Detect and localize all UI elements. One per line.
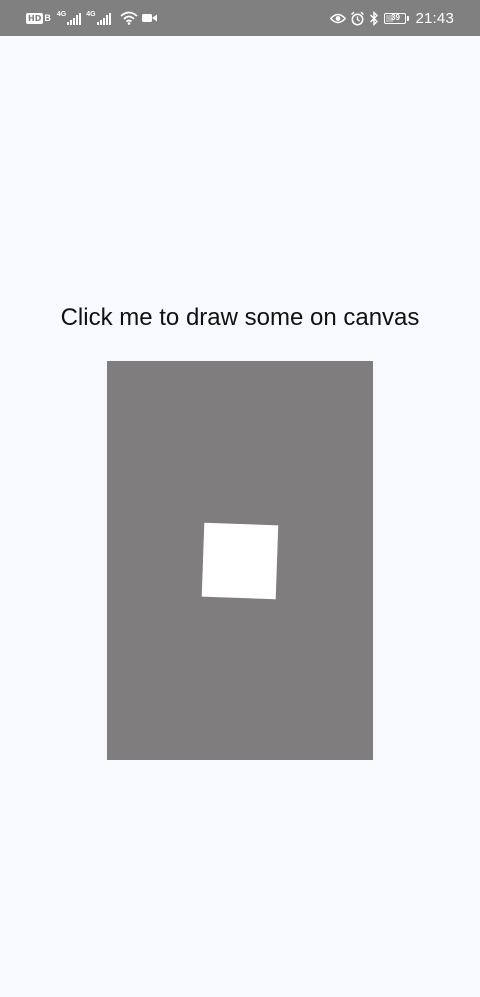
status-bar-right: 39 21:43 — [326, 9, 454, 27]
status-bar-left: HD B 4G 4G — [26, 9, 157, 27]
hd-sub-label: B — [44, 13, 51, 23]
wifi-icon — [119, 11, 138, 25]
battery-level: 39 — [391, 13, 400, 22]
eye-icon — [330, 13, 347, 24]
network-type-label: 4G — [56, 11, 67, 18]
status-bar: HD B 4G 4G 39 21:43 — [0, 0, 480, 36]
battery-icon: 39 — [384, 12, 410, 24]
alarm-icon — [350, 11, 365, 26]
bluetooth-icon — [369, 10, 379, 26]
network-type-label-2: 4G — [86, 11, 96, 18]
drawn-square — [201, 522, 279, 600]
clock-time: 21:43 — [415, 9, 454, 27]
drawing-canvas[interactable] — [107, 361, 373, 760]
signal-icon: 4G — [56, 11, 82, 25]
video-icon — [141, 13, 157, 23]
draw-prompt-text[interactable]: Click me to draw some on canvas — [0, 302, 480, 334]
hd-icon: HD — [26, 12, 44, 24]
signal-icon-2: 4G — [86, 11, 111, 25]
